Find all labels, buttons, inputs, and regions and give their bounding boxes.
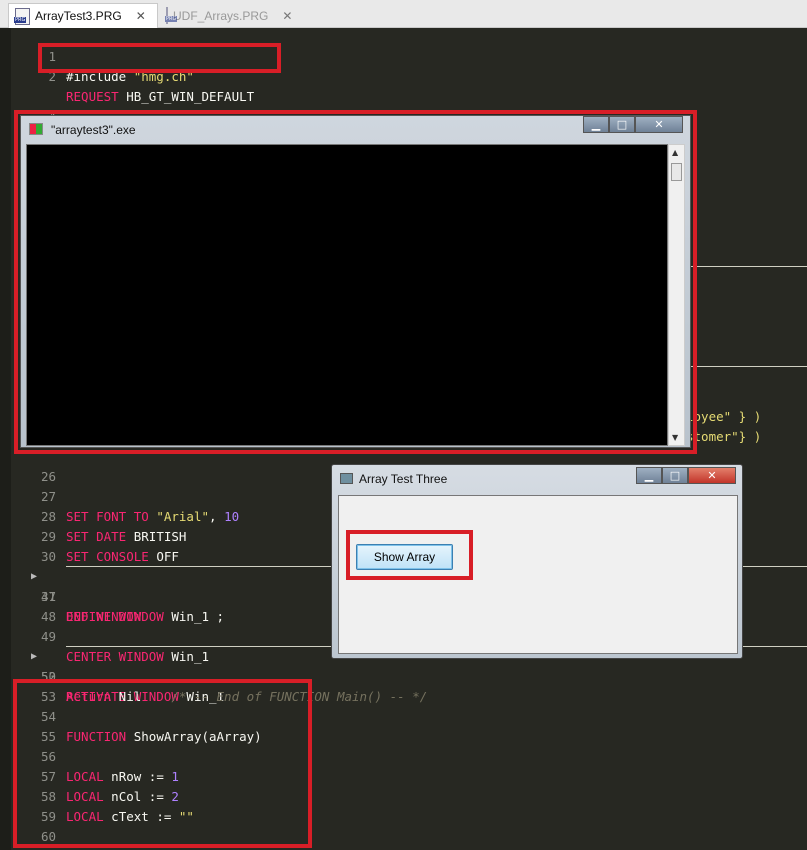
windows-app-icon bbox=[29, 123, 43, 135]
console-window-title: "arraytest3".exe bbox=[51, 123, 136, 137]
tab-label: ArrayTest3.PRG bbox=[35, 9, 122, 23]
code-text: stomer"} ) bbox=[686, 429, 762, 444]
tab-arraytest3[interactable]: ArrayTest3.PRG ✕ bbox=[8, 3, 158, 28]
scroll-thumb[interactable] bbox=[671, 163, 682, 181]
close-icon[interactable]: ✕ bbox=[635, 116, 683, 133]
code-line-fragment: stomer"} ) bbox=[686, 407, 807, 444]
dialog-window-title: Array Test Three bbox=[359, 472, 448, 486]
dialog-window-controls: ▁ □ ✕ bbox=[636, 467, 736, 484]
tab-label: UDF_Arrays.PRG bbox=[173, 8, 269, 23]
editor-left-gutter bbox=[0, 28, 11, 850]
tab-udf-arrays[interactable]: UDF_Arrays.PRG ✕ bbox=[160, 3, 300, 28]
dialog-client-area: Show Array bbox=[338, 495, 738, 654]
window-app-icon bbox=[340, 473, 353, 484]
highlight-box-showarray bbox=[13, 679, 312, 848]
console-window: "arraytest3".exe ▁ □ ✕ ▲ ▼ bbox=[20, 115, 691, 448]
console-window-controls: ▁ □ ✕ bbox=[583, 116, 683, 133]
scroll-down-arrow-icon[interactable]: ▼ bbox=[672, 433, 678, 442]
maximize-icon[interactable]: □ bbox=[609, 116, 635, 133]
minimize-icon[interactable]: ▁ bbox=[583, 116, 609, 133]
console-screen[interactable] bbox=[26, 144, 668, 446]
highlight-box-request bbox=[38, 43, 281, 73]
fold-separator bbox=[691, 266, 807, 267]
close-tab-icon[interactable]: ✕ bbox=[136, 9, 146, 23]
maximize-icon[interactable]: □ bbox=[662, 467, 688, 484]
fold-separator bbox=[691, 366, 807, 367]
close-icon[interactable]: ✕ bbox=[688, 467, 736, 484]
prg-file-icon bbox=[165, 7, 178, 24]
code-line[interactable]: 4 FUNCTION Main() bbox=[11, 87, 807, 144]
scroll-up-arrow-icon[interactable]: ▲ bbox=[672, 148, 678, 157]
console-vertical-scrollbar[interactable]: ▲ ▼ bbox=[668, 144, 685, 446]
minimize-icon[interactable]: ▁ bbox=[636, 467, 662, 484]
prg-file-icon bbox=[14, 7, 30, 25]
array-test-three-window: Array Test Three ▁ □ ✕ Show Array bbox=[331, 464, 743, 659]
close-tab-icon[interactable]: ✕ bbox=[282, 9, 292, 23]
code-line-fragment: loyee" } ) bbox=[686, 387, 807, 424]
editor-tab-bar: ArrayTest3.PRG ✕ UDF_Arrays.PRG ✕ bbox=[0, 0, 807, 28]
show-array-button[interactable]: Show Array bbox=[356, 544, 453, 570]
